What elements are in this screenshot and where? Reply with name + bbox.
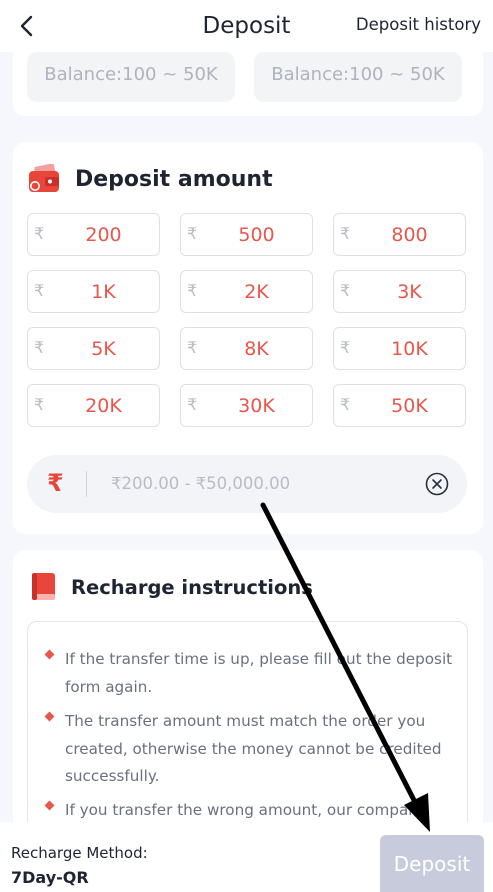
balance-option[interactable]: Balance:100 ~ 50K (254, 52, 462, 102)
amount-option-3k[interactable]: ₹3K (333, 270, 466, 313)
instruction-text: The transfer amount must match the order… (65, 712, 442, 785)
amount-value: 200 (85, 224, 122, 246)
rupee-symbol: ₹ (187, 395, 198, 414)
rupee-symbol: ₹ (340, 395, 351, 414)
deposit-button[interactable]: Deposit (380, 835, 484, 892)
amount-value: 800 (391, 224, 428, 246)
instructions-title: Recharge instructions (71, 575, 313, 599)
amount-value: 30K (238, 395, 275, 417)
recharge-method-label: Recharge Method: (11, 844, 148, 862)
amount-option-800[interactable]: ₹800 (333, 213, 466, 256)
rupee-symbol: ₹ (187, 224, 198, 243)
instructions-header: Recharge instructions (31, 572, 313, 602)
wallet-icon (29, 164, 59, 192)
amount-value: 1K (91, 281, 116, 303)
balance-range-text: Balance:100 ~ 50K (271, 64, 445, 85)
back-button[interactable] (12, 11, 42, 41)
rupee-symbol: ₹ (34, 338, 45, 357)
input-divider (86, 471, 87, 497)
rupee-symbol: ₹ (340, 338, 351, 357)
amount-option-200[interactable]: ₹200 (27, 213, 160, 256)
deposit-amount-header: Deposit amount (27, 164, 273, 194)
rupee-symbol: ₹ (187, 338, 198, 357)
top-bar: Deposit Deposit history (0, 0, 493, 52)
recharge-instructions-card: Recharge instructions If the transfer ti… (13, 550, 483, 861)
amount-option-10k[interactable]: ₹10K (333, 327, 466, 370)
amount-option-50k[interactable]: ₹50K (333, 384, 466, 427)
chevron-left-icon (20, 15, 33, 37)
amount-value: 5K (91, 338, 116, 360)
diamond-bullet-icon (44, 711, 55, 722)
amount-value: 10K (391, 338, 428, 360)
clear-input-icon[interactable] (425, 472, 449, 496)
rupee-icon: ₹ (47, 469, 64, 497)
instruction-text: If the transfer time is up, please fill … (65, 650, 453, 696)
amount-value: 20K (85, 395, 122, 417)
amount-option-8k[interactable]: ₹8K (180, 327, 313, 370)
bottom-bar: Recharge Method: 7Day-QR Deposit (0, 822, 493, 892)
deposit-history-link[interactable]: Deposit history (356, 15, 481, 34)
amount-option-5k[interactable]: ₹5K (27, 327, 160, 370)
rupee-symbol: ₹ (340, 224, 351, 243)
balance-range-text: Balance:100 ~ 50K (44, 64, 218, 85)
amount-value: 50K (391, 395, 428, 417)
amount-input[interactable] (111, 467, 401, 499)
list-item: If the transfer time is up, please fill … (42, 646, 455, 701)
amount-value: 500 (238, 224, 275, 246)
rupee-symbol: ₹ (34, 224, 45, 243)
list-item: The transfer amount must match the order… (42, 708, 455, 791)
book-icon (32, 573, 55, 600)
rupee-symbol: ₹ (34, 281, 45, 300)
amount-option-30k[interactable]: ₹30K (180, 384, 313, 427)
rupee-symbol: ₹ (187, 281, 198, 300)
amount-options-grid: ₹200 ₹500 ₹800 ₹1K ₹2K ₹3K ₹5K ₹8K ₹10K … (27, 213, 468, 427)
recharge-method-value: 7Day-QR (11, 868, 89, 887)
diamond-bullet-icon (44, 800, 55, 811)
rupee-symbol: ₹ (340, 281, 351, 300)
page-title: Deposit (202, 13, 291, 39)
balance-option[interactable]: Balance:100 ~ 50K (27, 52, 235, 102)
amount-option-500[interactable]: ₹500 (180, 213, 313, 256)
deposit-amount-title: Deposit amount (75, 166, 273, 192)
amount-value: 8K (244, 338, 269, 360)
amount-option-1k[interactable]: ₹1K (27, 270, 160, 313)
amount-option-20k[interactable]: ₹20K (27, 384, 160, 427)
amount-option-2k[interactable]: ₹2K (180, 270, 313, 313)
amount-value: 2K (244, 281, 269, 303)
amount-input-container: ₹ (27, 455, 467, 513)
amount-value: 3K (397, 281, 422, 303)
rupee-symbol: ₹ (34, 395, 45, 414)
deposit-amount-card: Deposit amount ₹200 ₹500 ₹800 ₹1K ₹2K ₹3… (13, 142, 483, 534)
diamond-bullet-icon (44, 649, 55, 660)
